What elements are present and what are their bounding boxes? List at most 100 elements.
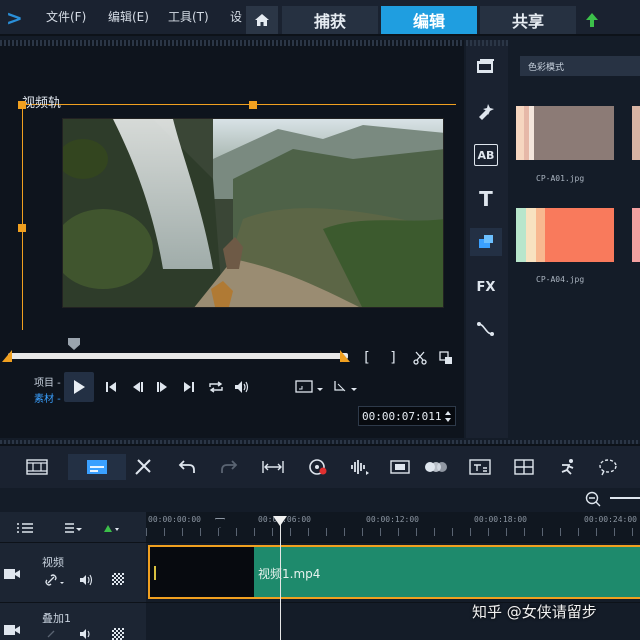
media-icon [477,59,494,73]
go-to-start-button[interactable] [102,378,120,396]
mode-clip[interactable]: 素材 - [34,390,61,405]
lib-tool-media[interactable] [474,56,498,78]
storyboard-view-button[interactable] [24,456,50,478]
resize-handle[interactable] [249,101,257,109]
resize-handle[interactable] [18,224,26,232]
add-track-button[interactable] [62,520,84,536]
track-mute-button[interactable] [78,628,96,640]
enlarge-icon [439,351,452,364]
camera-icon [4,625,20,635]
track-name-video: 视频 [42,556,64,569]
link-track-button[interactable] [44,628,68,640]
menu-tools[interactable]: 工具(T) [168,8,209,25]
link-track-button[interactable] [44,572,68,588]
volume-button[interactable] [232,378,252,396]
timeline-view-button[interactable] [68,454,126,480]
thumbnail-label: CP-A04.jpg [536,275,585,284]
add-track-icon [65,523,82,533]
zoom-out-icon [585,491,601,507]
repeat-icon [209,381,223,393]
ruler-tick-label: 00:00:00:00 [148,515,201,524]
mode-project[interactable]: 项目 - [34,374,61,389]
playhead-line[interactable] [280,520,281,640]
timecode-field[interactable]: 00:00:07:011 [358,406,456,426]
next-frame-icon [157,382,167,392]
upload-button[interactable] [580,6,604,34]
play-button[interactable] [64,372,94,402]
tab-capture[interactable]: 捕获 [282,6,378,34]
thumbnail-label: CP-A01.jpg [536,174,585,183]
lib-tool-graphics[interactable] [470,228,502,256]
library-thumbnail[interactable] [516,208,614,262]
bounding-box-left [22,104,23,330]
mark-out-button[interactable]: ] [386,350,400,366]
lib-tool-instant-project[interactable] [474,100,498,122]
record-capture-button[interactable] [306,456,330,478]
split-clip-button[interactable] [412,350,428,366]
zoom-out-button[interactable] [584,490,602,508]
repeat-button[interactable] [206,378,226,396]
track-visibility-toggle[interactable] [112,628,124,640]
motion-path-button[interactable] [556,456,580,478]
graphics-icon [479,235,493,248]
library-thumbnail[interactable] [632,208,640,262]
enlarge-button[interactable] [438,350,454,366]
lib-tool-path[interactable] [474,318,498,340]
display-options-dropdown[interactable] [332,378,358,396]
path-icon [477,322,494,336]
library-thumbnail[interactable] [516,106,614,160]
menu-edit[interactable]: 编辑(E) [108,8,149,25]
go-to-end-button[interactable] [180,378,198,396]
tab-edit[interactable]: 编辑 [381,6,477,34]
menu-file[interactable]: 文件(F) [46,8,86,25]
motion-tracking-button[interactable] [424,456,448,478]
overlay-track-icon [2,622,22,638]
home-tab[interactable] [246,6,278,34]
play-icon [74,380,85,394]
track-manager-button[interactable] [14,520,36,536]
aspect-ratio-dropdown[interactable] [294,378,324,396]
video-track-icon [2,566,22,582]
clip-thumbnail [150,547,254,597]
crop-icon [334,381,357,392]
track-label: 视频轨 [22,96,62,111]
timecode-value: 00:00:07:011 [362,409,442,423]
lib-tool-transition[interactable]: AB [474,144,498,166]
track-visibility-toggle[interactable] [112,573,124,585]
toolbox-button[interactable] [132,456,154,478]
video-preview[interactable] [62,118,444,308]
mask-creator-button[interactable] [596,456,620,478]
ripple-edit-button[interactable] [100,520,122,536]
library-thumbnail[interactable] [632,106,640,160]
tab-share[interactable]: 共享 [480,6,576,34]
auto-music-button[interactable] [388,456,412,478]
subtitle-editor-button[interactable] [468,456,492,478]
watermark: 知乎 @女侠请留步 [472,603,597,621]
multi-camera-button[interactable] [512,456,536,478]
spinner-icon[interactable] [444,410,452,423]
clip-audio-indicator-icon [154,566,164,580]
fit-project-button[interactable] [260,456,286,478]
library-category-select[interactable]: 色彩模式 [520,56,640,76]
redo-icon [221,460,238,473]
trim-bar[interactable] [8,353,348,359]
speaker-icon [235,381,249,393]
grid-icon [514,459,534,475]
prev-frame-icon [133,382,143,392]
redo-button[interactable] [218,456,240,478]
lasso-icon [599,459,617,476]
speaker-icon [80,574,93,586]
lib-tool-filter[interactable]: FX [474,276,498,298]
resize-handle[interactable] [18,101,26,109]
menu-settings[interactable]: 设 [230,8,242,25]
lib-tool-title[interactable]: T [474,187,498,211]
link-icon [47,630,55,638]
zoom-slider[interactable] [610,497,640,499]
next-frame-button[interactable] [154,378,172,396]
undo-button[interactable] [176,456,198,478]
track-mute-button[interactable] [78,572,96,588]
sound-mixer-button[interactable] [348,456,372,478]
ruler-tick-label: 00:00:24:00 [584,515,637,524]
mark-in-button[interactable]: [ [360,350,374,366]
previous-frame-button[interactable] [128,378,146,396]
